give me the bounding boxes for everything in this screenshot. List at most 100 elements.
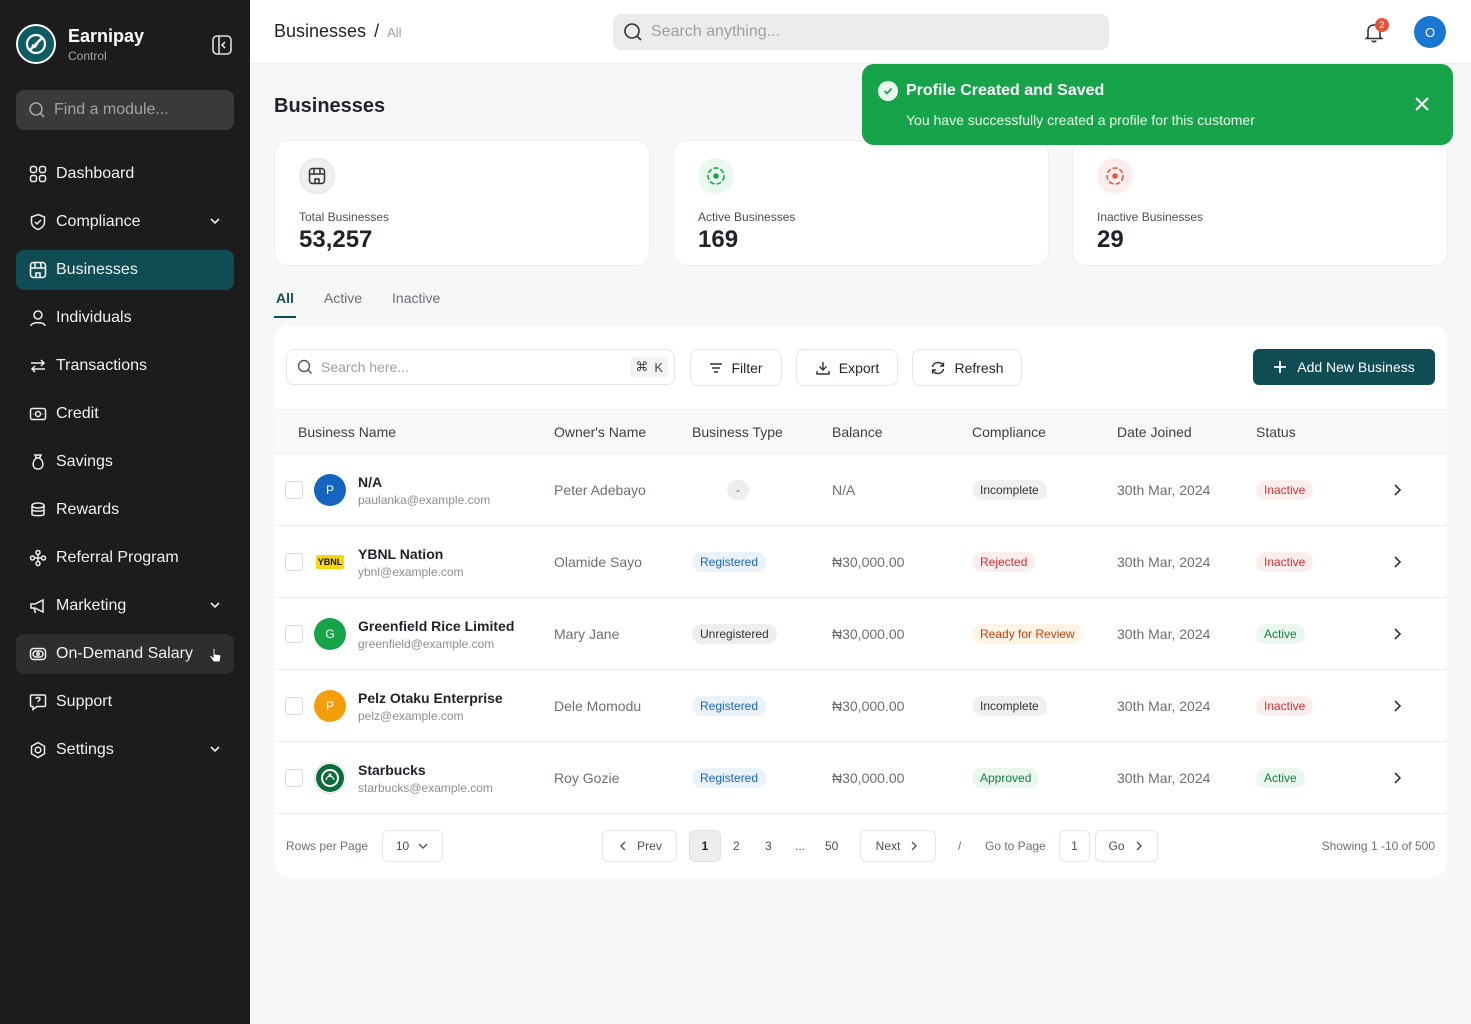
rows-per-page-select[interactable]: 10 bbox=[382, 830, 443, 862]
chevron-right-icon[interactable] bbox=[1391, 481, 1405, 499]
business-type-badge: - bbox=[727, 480, 749, 500]
column-header[interactable]: Owner's Name bbox=[554, 424, 646, 440]
sidebar-item-marketing[interactable]: Marketing bbox=[16, 586, 234, 626]
sidebar-item-compliance[interactable]: Compliance bbox=[16, 202, 234, 242]
brand[interactable]: Earnipay Control bbox=[16, 24, 144, 64]
status-badge: Active bbox=[1256, 768, 1305, 788]
sidebar-item-savings[interactable]: Savings bbox=[16, 442, 234, 482]
sidebar-item-dashboard[interactable]: Dashboard bbox=[16, 154, 234, 194]
topbar: Businesses / All Search anything... 2 O bbox=[250, 0, 1471, 64]
status-badge: Inactive bbox=[1256, 552, 1314, 572]
sidebar-item-label: Credit bbox=[56, 405, 99, 422]
starbucks-logo-icon bbox=[314, 762, 346, 794]
chevron-right-icon[interactable] bbox=[1391, 553, 1405, 571]
banknote-icon bbox=[28, 404, 48, 424]
business-avatar: P bbox=[314, 690, 346, 722]
breadcrumb: Businesses / All bbox=[274, 21, 402, 42]
breadcrumb-root[interactable]: Businesses bbox=[274, 21, 366, 41]
chevron-left-icon bbox=[620, 841, 626, 851]
export-button[interactable]: Export bbox=[796, 349, 898, 386]
go-button[interactable]: Go bbox=[1095, 830, 1158, 862]
page-title: Businesses bbox=[274, 95, 386, 117]
sidebar-item-on-demand-salary[interactable]: On-Demand Salary bbox=[16, 634, 234, 674]
sidebar-item-individuals[interactable]: Individuals bbox=[16, 298, 234, 338]
stat-label: Total Businesses bbox=[299, 210, 390, 224]
gear-icon bbox=[28, 740, 48, 760]
download-icon bbox=[816, 361, 830, 375]
pointer-cursor-icon bbox=[209, 647, 222, 663]
close-icon[interactable] bbox=[1414, 96, 1430, 112]
sidebar-item-businesses[interactable]: Businesses bbox=[16, 250, 234, 290]
column-header[interactable]: Status bbox=[1256, 424, 1296, 440]
sidebar-item-support[interactable]: Support bbox=[16, 682, 234, 722]
tab-inactive[interactable]: Inactive bbox=[390, 290, 442, 318]
tab-active[interactable]: Active bbox=[322, 290, 364, 318]
go-to-page-label: Go to Page bbox=[985, 839, 1046, 853]
sidebar-item-settings[interactable]: Settings bbox=[16, 730, 234, 770]
search-icon bbox=[297, 359, 312, 374]
prev-page-button[interactable]: Prev bbox=[602, 830, 677, 862]
stat-card-inactive: Inactive Businesses 29 bbox=[1072, 140, 1448, 266]
page-button-current[interactable]: 1 bbox=[689, 830, 721, 862]
table-row[interactable]: Starbucks starbucks@example.com Roy Gozi… bbox=[274, 742, 1447, 814]
compliance-badge: Approved bbox=[972, 768, 1040, 788]
tab-all[interactable]: All bbox=[274, 290, 296, 318]
column-header[interactable]: Compliance bbox=[972, 424, 1046, 440]
table-row[interactable]: P N/A paulanka@example.com Peter Adebayo… bbox=[274, 454, 1447, 526]
sidebar-item-label: Settings bbox=[56, 741, 114, 758]
row-checkbox[interactable] bbox=[285, 697, 303, 715]
row-checkbox[interactable] bbox=[285, 625, 303, 643]
table-row[interactable]: P Pelz Otaku Enterprise pelz@example.com… bbox=[274, 670, 1447, 742]
balance: ₦30,000.00 bbox=[832, 770, 905, 786]
sidebar-item-rewards[interactable]: Rewards bbox=[16, 490, 234, 530]
chevron-right-icon[interactable] bbox=[1391, 625, 1405, 643]
filter-button[interactable]: Filter bbox=[690, 349, 782, 386]
owner-name: Olamide Sayo bbox=[554, 554, 642, 570]
sidebar-item-credit[interactable]: Credit bbox=[16, 394, 234, 434]
owner-name: Roy Gozie bbox=[554, 770, 620, 786]
business-type-badge: Registered bbox=[692, 768, 767, 788]
page-button[interactable]: 3 bbox=[765, 839, 772, 853]
chevron-down-icon bbox=[418, 843, 428, 849]
table-row[interactable]: YBNL YBNL Nation ybnl@example.com Olamid… bbox=[274, 526, 1447, 598]
add-new-business-button[interactable]: Add New Business bbox=[1253, 349, 1435, 385]
page-button[interactable]: 50 bbox=[825, 839, 838, 853]
target-inactive-icon bbox=[1097, 158, 1133, 194]
earnipay-logo-icon bbox=[16, 24, 56, 64]
table-row[interactable]: G Greenfield Rice Limited greenfield@exa… bbox=[274, 598, 1447, 670]
page-button[interactable]: 2 bbox=[733, 839, 740, 853]
next-page-button[interactable]: Next bbox=[860, 830, 936, 862]
global-search-input[interactable]: Search anything... bbox=[613, 14, 1109, 50]
column-header[interactable]: Balance bbox=[832, 424, 883, 440]
stat-label: Inactive Businesses bbox=[1097, 210, 1204, 224]
table-search-input[interactable]: Search here... ⌘ K bbox=[286, 349, 675, 385]
collapse-sidebar-icon[interactable] bbox=[210, 33, 234, 57]
column-header[interactable]: Business Name bbox=[298, 424, 396, 440]
chevron-right-icon bbox=[911, 841, 918, 851]
chevron-right-icon[interactable] bbox=[1391, 769, 1405, 787]
column-header[interactable]: Business Type bbox=[692, 424, 783, 440]
row-checkbox[interactable] bbox=[285, 481, 303, 499]
prev-label: Prev bbox=[637, 839, 662, 853]
avatar[interactable]: O bbox=[1414, 16, 1446, 48]
balance: N/A bbox=[832, 482, 856, 498]
refresh-icon bbox=[932, 361, 945, 374]
column-header[interactable]: Date Joined bbox=[1117, 424, 1192, 440]
business-avatar: P bbox=[314, 474, 346, 506]
go-to-page-input[interactable]: 1 bbox=[1059, 830, 1090, 862]
business-email: greenfield@example.com bbox=[358, 637, 495, 651]
business-email: ybnl@example.com bbox=[358, 565, 464, 579]
refresh-button[interactable]: Refresh bbox=[912, 349, 1022, 386]
brand-name: Earnipay bbox=[68, 26, 145, 46]
breadcrumb-current: All bbox=[387, 25, 402, 40]
module-search-input[interactable]: Find a module... bbox=[16, 90, 234, 130]
chevron-down-icon bbox=[210, 746, 220, 753]
sidebar-item-transactions[interactable]: Transactions bbox=[16, 346, 234, 386]
balance: ₦30,000.00 bbox=[832, 554, 905, 570]
chevron-right-icon[interactable] bbox=[1391, 697, 1405, 715]
sidebar-item-referral-program[interactable]: Referral Program bbox=[16, 538, 234, 578]
row-checkbox[interactable] bbox=[285, 769, 303, 787]
row-checkbox[interactable] bbox=[285, 553, 303, 571]
compliance-badge: Ready for Review bbox=[972, 624, 1083, 644]
business-name: N/A bbox=[358, 474, 383, 490]
